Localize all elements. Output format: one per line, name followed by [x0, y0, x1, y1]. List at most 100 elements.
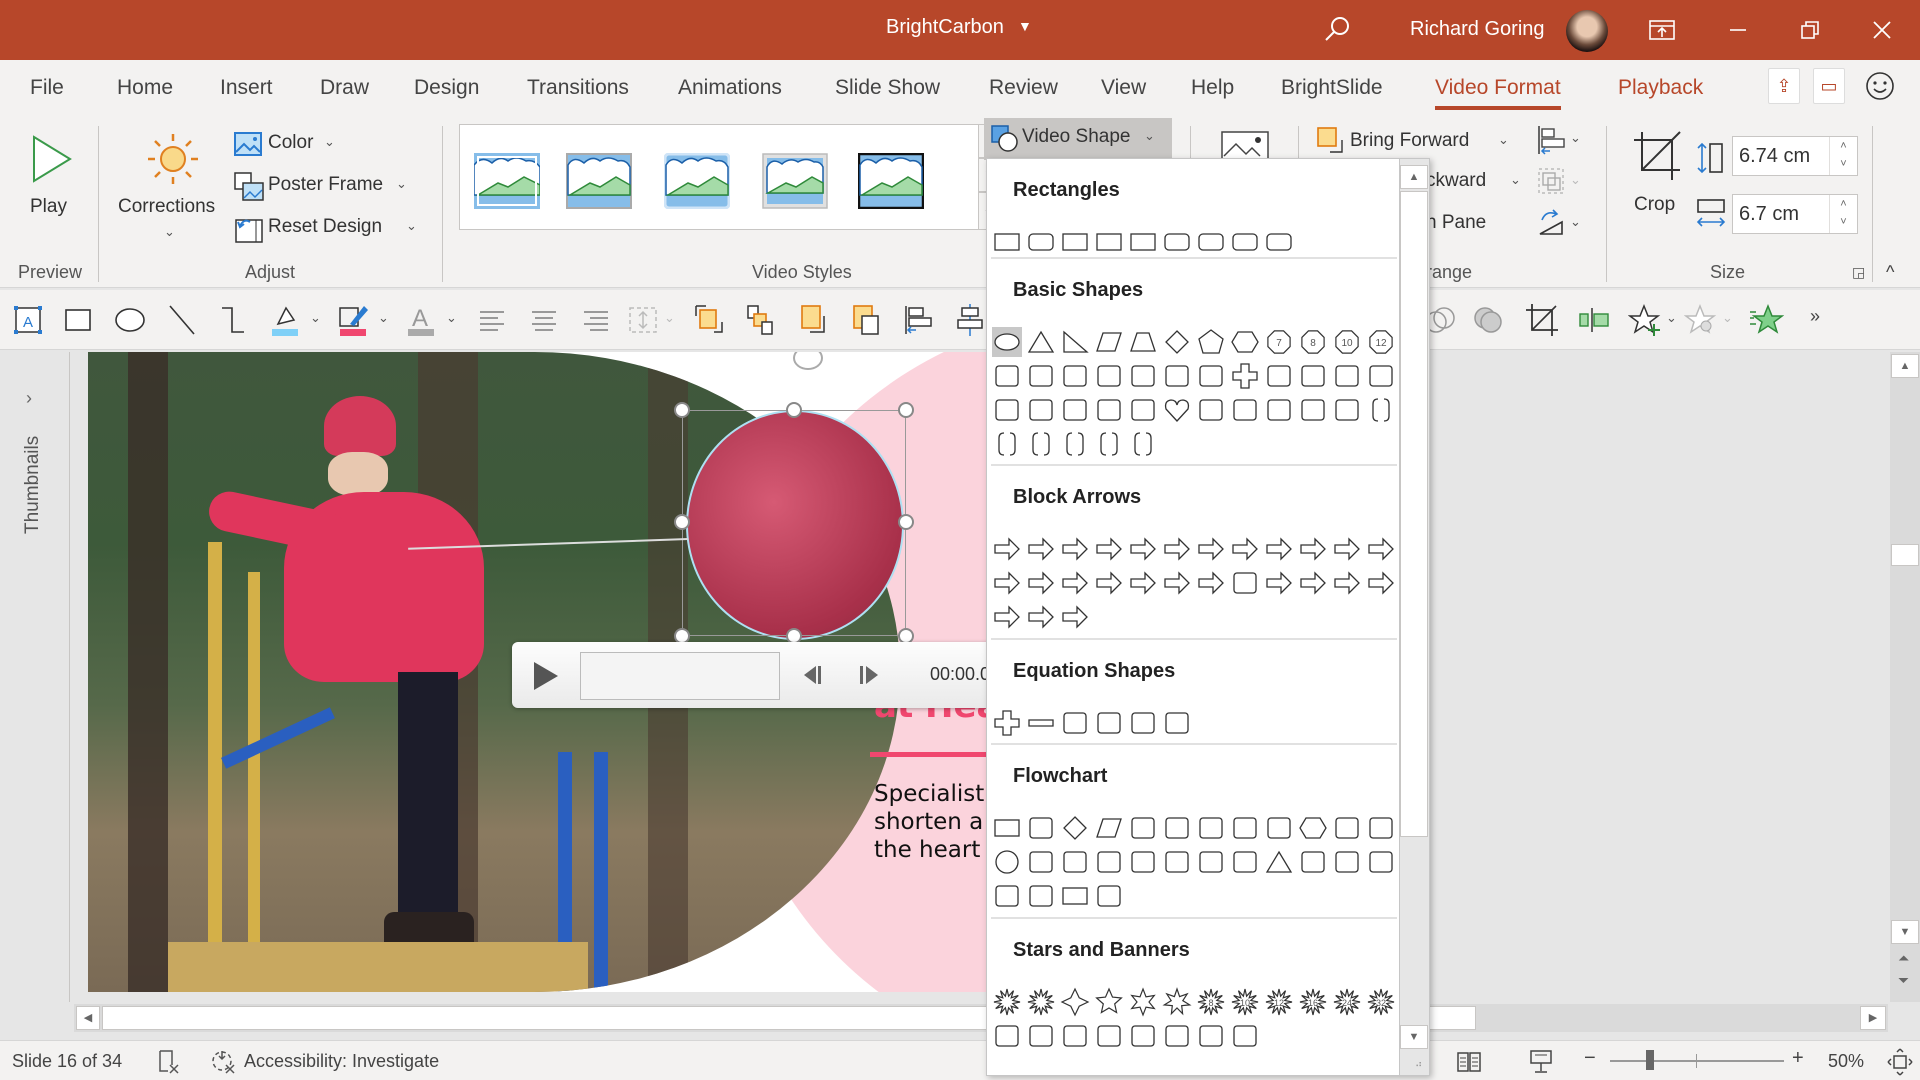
- shape-internal-storage-icon[interactable]: [1162, 813, 1192, 843]
- shape-heptagon-7-icon[interactable]: 7: [1264, 327, 1294, 357]
- accessibility-icon[interactable]: [210, 1049, 238, 1075]
- restore-icon[interactable]: [1794, 14, 1826, 46]
- shape-snip-single-corner-icon[interactable]: [1060, 227, 1090, 257]
- shape-teardrop-icon[interactable]: [1060, 361, 1090, 391]
- rotate-icon[interactable]: [1536, 208, 1566, 238]
- align-middle-icon[interactable]: [952, 302, 988, 338]
- reading-view-icon[interactable]: [1456, 1049, 1482, 1075]
- dropdown-scroll-thumb[interactable]: [1400, 191, 1428, 837]
- shape-terminator-icon[interactable]: [1264, 813, 1294, 843]
- size-dialog-launcher-icon[interactable]: ◲: [1852, 264, 1865, 281]
- elbow-connector-icon[interactable]: [216, 302, 252, 338]
- share-icon[interactable]: ⇪: [1768, 68, 1800, 104]
- video-style-4[interactable]: [762, 153, 828, 209]
- shape-merge-icon[interactable]: [1298, 847, 1328, 877]
- shape-oval-icon[interactable]: [992, 327, 1022, 357]
- shape-striped-right-arrow-icon[interactable]: [1128, 568, 1158, 598]
- shape-punched-tape-icon[interactable]: [1094, 847, 1124, 877]
- shape-collate-icon[interactable]: [1196, 847, 1226, 877]
- rectangle-icon[interactable]: [60, 302, 96, 338]
- shape-extract-icon[interactable]: [1264, 847, 1294, 877]
- tab-design[interactable]: Design: [414, 76, 479, 100]
- shape-lightning-bolt-icon[interactable]: [1196, 395, 1226, 425]
- crop-button[interactable]: Crop: [1622, 124, 1686, 244]
- tab-review[interactable]: Review: [989, 76, 1058, 100]
- bring-forward-icon[interactable]: [796, 302, 832, 338]
- font-color-icon[interactable]: A: [404, 302, 440, 338]
- shape-up-arrow-callout-icon[interactable]: [1366, 568, 1396, 598]
- shape-snip-same-side-icon[interactable]: [1094, 227, 1124, 257]
- shape-bent-arrow-icon[interactable]: [1264, 534, 1294, 564]
- shape-heart-icon[interactable]: [1162, 395, 1192, 425]
- minimize-icon[interactable]: [1722, 14, 1754, 46]
- shape-pie-icon[interactable]: [992, 361, 1022, 391]
- step-forward-icon[interactable]: [858, 664, 880, 686]
- shape-circular-arrow-icon[interactable]: [1060, 602, 1090, 632]
- document-title[interactable]: BrightCarbon: [886, 16, 1004, 39]
- zoom-in-button[interactable]: +: [1792, 1047, 1804, 1070]
- shape-right-bracket-icon[interactable]: [1060, 429, 1090, 459]
- shape-right-brace-icon[interactable]: [1128, 429, 1158, 459]
- shape-curved-right-arrow-icon[interactable]: [992, 568, 1022, 598]
- video-style-3[interactable]: [664, 153, 730, 209]
- tab-playback[interactable]: Playback: [1618, 76, 1703, 100]
- shape-equal-icon[interactable]: [1128, 708, 1158, 738]
- shape-parallelogram-icon[interactable]: [1094, 327, 1124, 357]
- shape-star-4-icon[interactable]: [1060, 987, 1090, 1017]
- oval-icon[interactable]: [112, 302, 148, 338]
- tab-help[interactable]: Help: [1191, 76, 1234, 100]
- shape-quad-arrow-icon[interactable]: [1196, 534, 1226, 564]
- shape-curved-up-arrow-icon[interactable]: [1060, 568, 1090, 598]
- zoom-slider[interactable]: [1610, 1050, 1784, 1070]
- shape-sun-icon[interactable]: [1230, 395, 1260, 425]
- shape-cloud-icon[interactable]: [1298, 395, 1328, 425]
- chevron-down-icon[interactable]: ⌄: [310, 310, 321, 326]
- text-direction-icon[interactable]: [626, 302, 662, 338]
- fit-to-window-icon[interactable]: [1886, 1047, 1914, 1077]
- shape-manual-input-icon[interactable]: [1332, 813, 1362, 843]
- shape-left-right-up-arrow-icon[interactable]: [1230, 534, 1260, 564]
- shape-frame-icon[interactable]: [1094, 361, 1124, 391]
- shape-arc-icon[interactable]: [1332, 395, 1362, 425]
- shape-decision-icon[interactable]: [1060, 813, 1090, 843]
- dropdown-scroll-down-button[interactable]: ▼: [1400, 1025, 1428, 1049]
- shape-explosion-1-icon[interactable]: [992, 987, 1022, 1017]
- scroll-down-button[interactable]: ▼: [1891, 920, 1919, 944]
- tab-brightslide[interactable]: BrightSlide: [1281, 76, 1383, 100]
- shape-notched-right-arrow-icon[interactable]: [1162, 568, 1192, 598]
- shape-right-triangle-icon[interactable]: [1060, 327, 1090, 357]
- slide-show-view-icon[interactable]: [1528, 1049, 1554, 1075]
- group-objects-icon[interactable]: [1536, 166, 1566, 196]
- shape-off-page-connector-icon[interactable]: [1026, 847, 1056, 877]
- shape-block-arc-icon[interactable]: [1060, 395, 1090, 425]
- shape-quad-arrow-callout-icon[interactable]: [1026, 602, 1056, 632]
- shape-no-symbol-icon[interactable]: [1026, 395, 1056, 425]
- scroll-up-button[interactable]: ▲: [1891, 354, 1919, 378]
- shape-curved-down-arrow-icon[interactable]: [1094, 568, 1124, 598]
- shape-double-wave-icon[interactable]: [1230, 1021, 1260, 1051]
- close-icon[interactable]: [1866, 14, 1898, 46]
- chevron-down-icon[interactable]: ▼: [1018, 18, 1032, 34]
- width-spinner[interactable]: ˄ ˅: [1829, 195, 1857, 233]
- shape-ribbon-down-icon[interactable]: [1026, 1021, 1056, 1051]
- shape-star-8-icon[interactable]: 8: [1196, 987, 1226, 1017]
- animation-star-icon[interactable]: [1748, 302, 1784, 338]
- shape-preparation-icon[interactable]: [1298, 813, 1328, 843]
- shape-decagon-10-icon[interactable]: 10: [1332, 327, 1362, 357]
- tab-animations[interactable]: Animations: [678, 76, 782, 100]
- shape-u-turn-arrow-icon[interactable]: [1298, 534, 1328, 564]
- shape-left-bracket-icon[interactable]: [1026, 429, 1056, 459]
- shape-curved-left-arrow-icon[interactable]: [1026, 568, 1056, 598]
- shape-round-diagonal-icon[interactable]: [1264, 227, 1294, 257]
- shape-left-arrow-callout-icon[interactable]: [1332, 568, 1362, 598]
- comments-icon[interactable]: ▭: [1813, 68, 1845, 104]
- shape-triangle-icon[interactable]: [1026, 327, 1056, 357]
- shape-down-arrow-callout-icon[interactable]: [1298, 568, 1328, 598]
- shape-sort-icon[interactable]: [1230, 847, 1260, 877]
- resize-handle[interactable]: [786, 402, 802, 418]
- resize-handle[interactable]: [898, 514, 914, 530]
- shape-folded-corner-icon[interactable]: [1094, 395, 1124, 425]
- shape-sequential-access-storage-icon[interactable]: [992, 881, 1022, 911]
- shape-connector-icon[interactable]: [992, 847, 1022, 877]
- height-spinner[interactable]: ˄ ˅: [1829, 137, 1857, 175]
